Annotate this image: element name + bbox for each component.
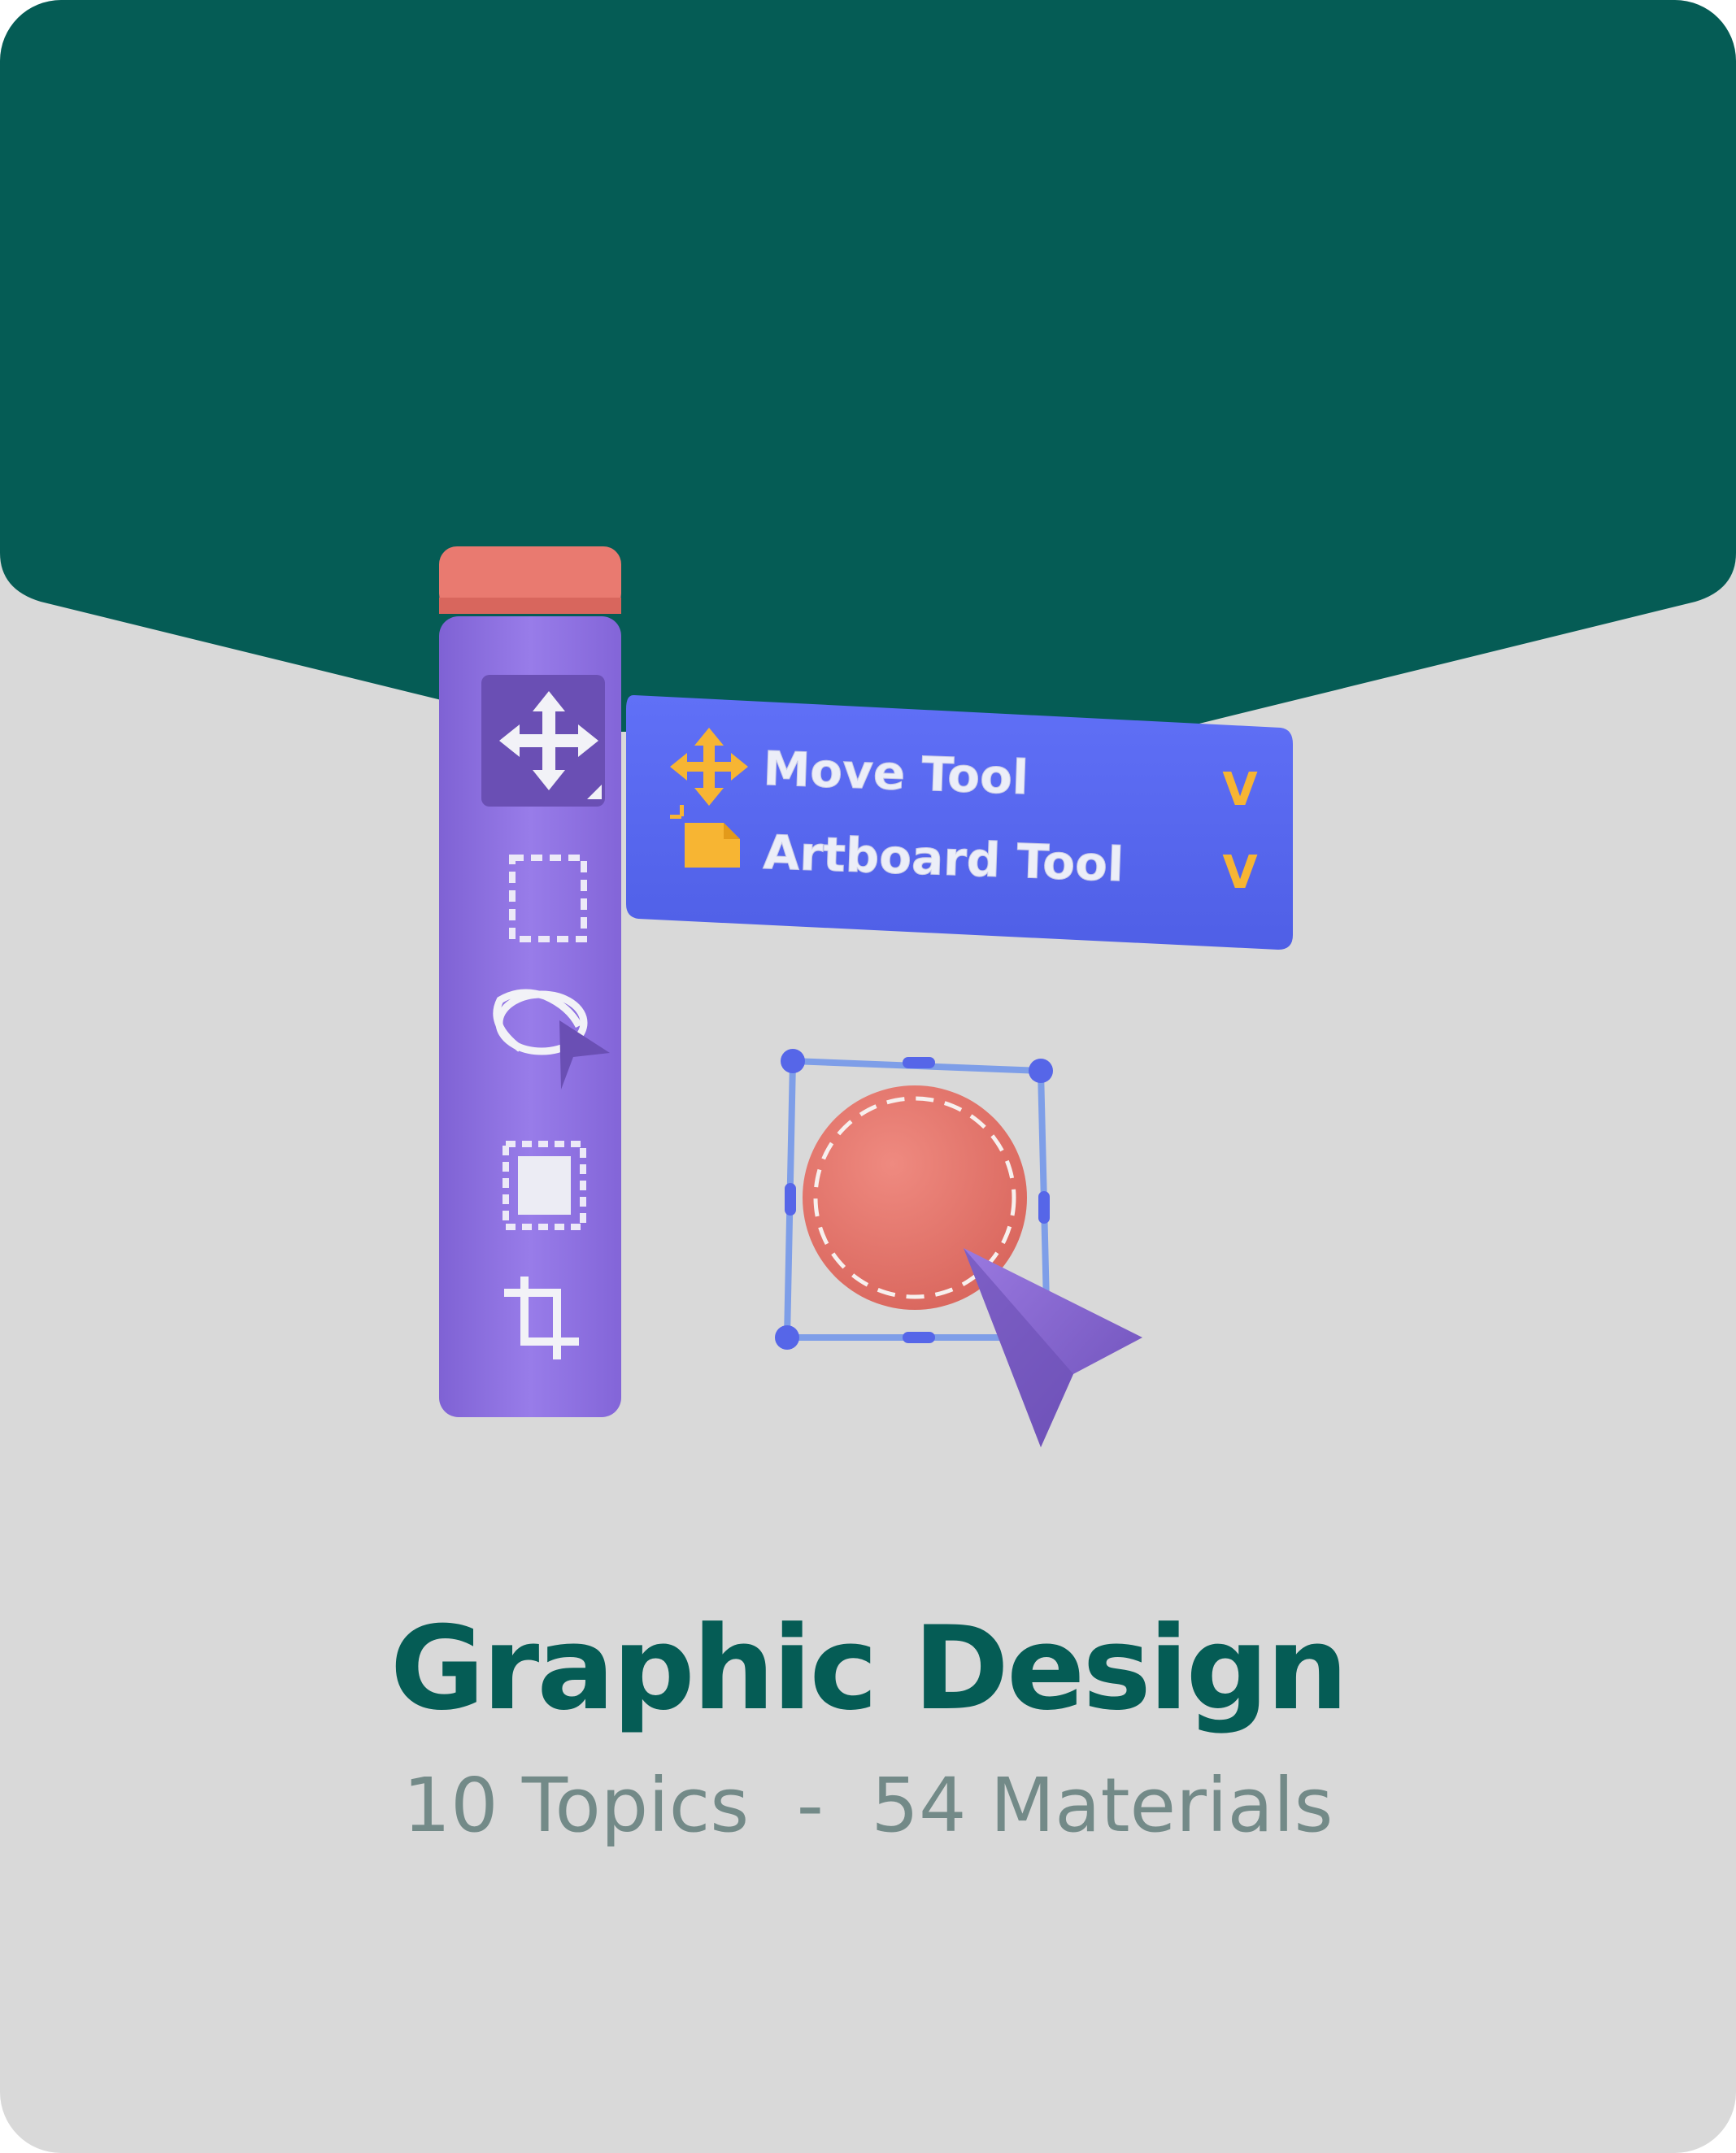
tool-menu: V V <box>626 694 1293 950</box>
menu-item-move-tool[interactable]: Move Tool <box>762 741 1030 806</box>
tool-panel <box>439 546 621 1417</box>
chevron-down-icon[interactable]: V <box>1222 846 1258 899</box>
cursor-pointer-icon <box>964 1248 1142 1447</box>
course-title: Graphic Design <box>389 1602 1349 1736</box>
course-card[interactable]: V V Move Tool Artboard Tool Graphic Desi… <box>0 0 1736 2153</box>
materials-count: 54 Materials <box>871 1762 1334 1849</box>
meta-separator: - <box>749 1762 872 1849</box>
course-meta: 10 Topics - 54 Materials <box>0 1764 1736 1846</box>
chevron-down-icon[interactable]: V <box>1222 763 1258 816</box>
move-icon[interactable] <box>481 675 605 807</box>
topics-count: 10 Topics <box>402 1762 750 1849</box>
graphic-design-illustration: V V Move Tool Artboard Tool <box>439 546 1293 1447</box>
